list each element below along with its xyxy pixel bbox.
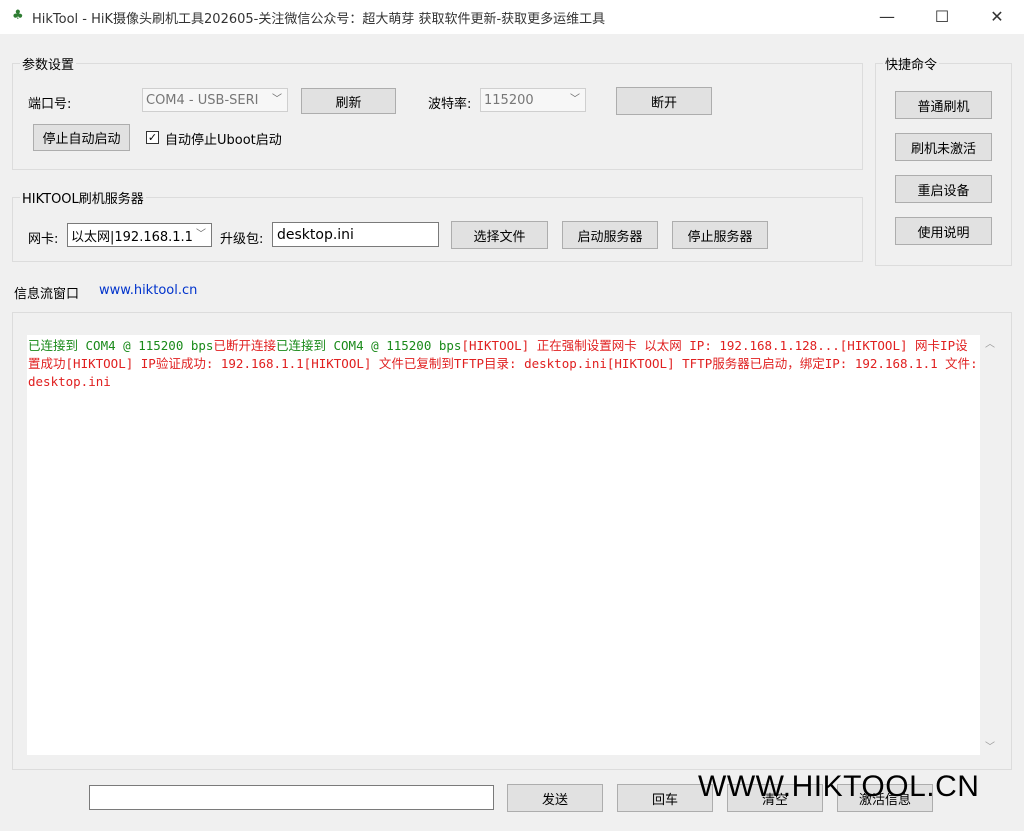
baud-select[interactable]: 115200 ﹀ <box>480 88 586 112</box>
params-group-title: 参数设置 <box>20 54 77 73</box>
send-button[interactable]: 发送 <box>507 784 603 812</box>
baud-label: 波特率: <box>428 97 472 112</box>
log-entry: [HIKTOOL] 正在强制设置网卡 以太网 IP: 192.168.1.128… <box>461 338 840 353</box>
manual-button[interactable]: 使用说明 <box>895 217 992 245</box>
log-output[interactable]: 已连接到 COM4 @ 115200 bps已断开连接已连接到 COM4 @ 1… <box>27 335 980 755</box>
chevron-down-icon: ﹀ <box>272 94 282 105</box>
watermark-text: WWW.HIKTOOL.CN <box>698 770 980 803</box>
chevron-down-icon: ﹀ <box>570 94 580 105</box>
nic-select[interactable]: 以太网|192.168.1.1 ﹀ <box>67 223 212 247</box>
auto-stop-uboot-checkbox[interactable]: ✓ <box>146 131 159 144</box>
info-stream-title: 信息流窗口 <box>14 287 80 302</box>
tree-icon: ♣ <box>12 8 24 23</box>
log-entry: 已断开连接 <box>213 338 276 353</box>
send-input[interactable] <box>89 785 494 810</box>
maximize-button[interactable]: ☐ <box>919 0 965 34</box>
close-button[interactable]: ✕ <box>974 0 1020 34</box>
flash-inactive-button[interactable]: 刷机未激活 <box>895 133 992 161</box>
nic-label: 网卡: <box>28 232 59 247</box>
params-group <box>12 63 863 170</box>
package-label: 升级包: <box>220 232 264 247</box>
server-group-title: HIKTOOL刷机服务器 <box>20 188 146 207</box>
package-input[interactable]: desktop.ini <box>272 222 439 247</box>
log-entry: 已连接到 COM4 @ 115200 bps <box>28 338 214 353</box>
port-select-value: COM4 - USB-SERI <box>146 92 259 108</box>
reboot-device-button[interactable]: 重启设备 <box>895 175 992 203</box>
select-file-button[interactable]: 选择文件 <box>451 221 548 249</box>
disconnect-button[interactable]: 断开 <box>616 87 712 115</box>
start-server-button[interactable]: 启动服务器 <box>562 221 658 249</box>
log-entry: [HIKTOOL] 文件已复制到TFTP目录: desktop.ini <box>303 356 607 371</box>
log-entry: [HIKTOOL] IP验证成功: 192.168.1.1 <box>65 356 304 371</box>
minimize-button[interactable]: — <box>864 0 910 34</box>
port-label: 端口号: <box>28 97 72 112</box>
auto-stop-uboot-label: 自动停止Uboot启动 <box>165 133 282 148</box>
normal-flash-button[interactable]: 普通刷机 <box>895 91 992 119</box>
nic-select-value: 以太网|192.168.1.1 <box>71 229 193 245</box>
port-select[interactable]: COM4 - USB-SERI ﹀ <box>142 88 288 112</box>
log-entry: 已连接到 COM4 @ 115200 bps <box>275 338 462 353</box>
window-title: HikTool - HiK摄像头刷机工具202605-关注微信公众号：超大萌芽 … <box>32 12 606 27</box>
scroll-up-arrow-icon[interactable]: ︿ <box>982 337 998 353</box>
quick-commands-title: 快捷命令 <box>883 54 940 73</box>
refresh-button[interactable]: 刷新 <box>301 88 396 114</box>
hiktool-link[interactable]: www.hiktool.cn <box>99 283 197 298</box>
stop-auto-boot-button[interactable]: 停止自动启动 <box>33 124 130 151</box>
baud-select-value: 115200 <box>484 92 534 108</box>
stop-server-button[interactable]: 停止服务器 <box>672 221 768 249</box>
scroll-down-arrow-icon[interactable]: ﹀ <box>982 740 998 756</box>
chevron-down-icon: ﹀ <box>196 229 206 240</box>
